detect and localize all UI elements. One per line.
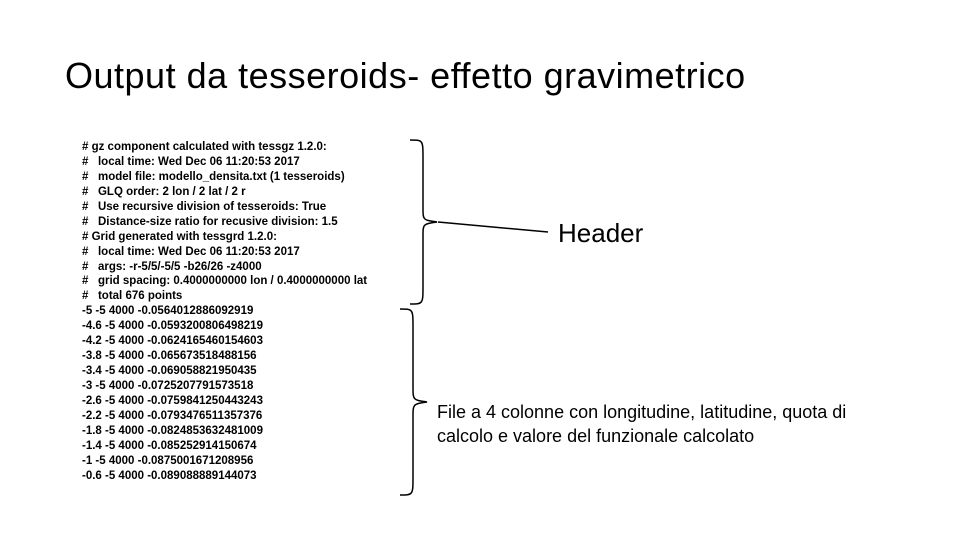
connector-header (436, 220, 556, 240)
header-label: Header (558, 218, 643, 249)
description-label: File a 4 colonne con longitudine, latitu… (437, 400, 897, 449)
output-code-block: # gz component calculated with tessgz 1.… (82, 140, 367, 484)
slide-title: Output da tesseroids- effetto gravimetri… (65, 55, 746, 97)
brace-data (395, 307, 435, 497)
